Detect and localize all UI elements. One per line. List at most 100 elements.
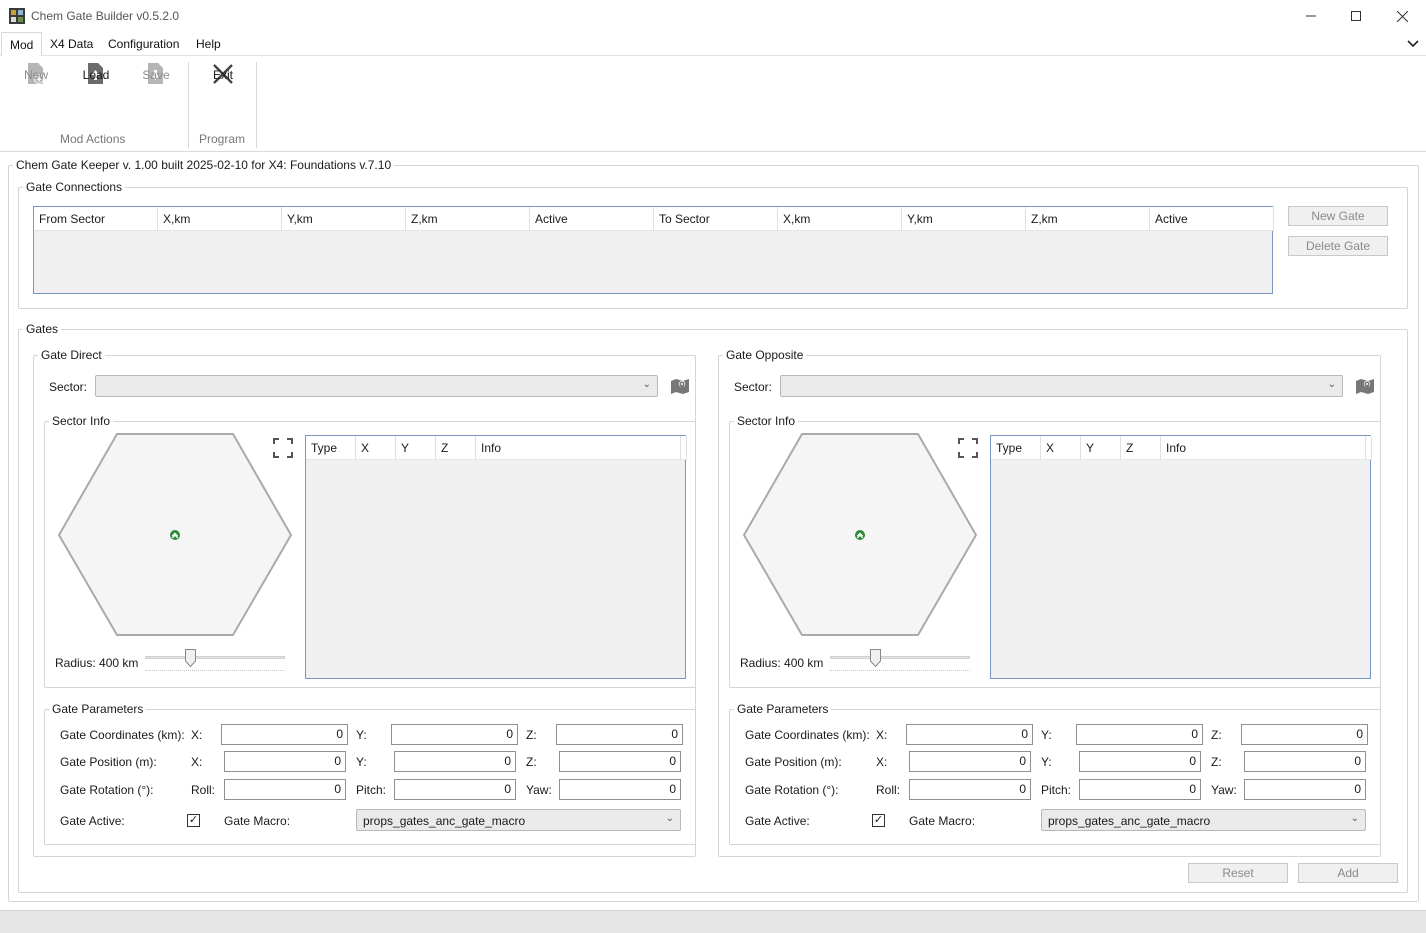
gate-parameters-legend: Gate Parameters [52,702,144,716]
rotation-input-1[interactable]: 0 [1079,779,1201,800]
column-header[interactable]: Active [1150,207,1274,231]
new-gate-button[interactable]: New Gate [1288,206,1388,226]
position-axis-label: Z: [1211,755,1222,769]
gate-macro-label: Gate Macro: [909,814,976,828]
add-button[interactable]: Add [1298,863,1398,883]
column-header[interactable]: X,km [158,207,282,231]
position-axis-label: Z: [526,755,537,769]
rotation-input-0[interactable]: 0 [224,779,346,800]
mod-actions-group-label: Mod Actions [60,132,126,146]
gate-macro-select[interactable]: props_gates_anc_gate_macro ⌄ [1041,809,1366,831]
column-header[interactable]: Type [991,436,1041,460]
position-input-0[interactable]: 0 [224,751,346,772]
chevron-down-icon: ⌄ [1327,379,1336,390]
table-header: TypeXYZInfoI [991,436,1372,460]
column-header[interactable]: X,km [778,207,902,231]
ribbon-collapse-icon[interactable] [1407,39,1419,49]
column-header[interactable]: Y,km [282,207,406,231]
column-header[interactable]: Z,km [1026,207,1150,231]
position-input-1[interactable]: 0 [394,751,516,772]
column-header[interactable]: Y,km [902,207,1026,231]
column-header[interactable]: Z [436,436,476,460]
new-button[interactable]: New [13,62,59,114]
sector-select[interactable]: ⌄ [780,375,1343,397]
menu-x4-data[interactable]: X4 Data [42,32,101,56]
rotation-input-2[interactable]: 0 [1244,779,1366,800]
load-label: Load [82,68,110,82]
menu-configuration[interactable]: Configuration [100,32,187,56]
sector-info-table[interactable]: TypeXYZInfoI [305,435,687,679]
chevron-down-icon: ⌄ [665,813,674,824]
radius-slider-thumb[interactable] [870,649,881,667]
exit-button[interactable]: Exit [200,62,246,114]
coordinates-axis-label: X: [191,728,203,742]
close-button[interactable] [1379,0,1425,32]
table-header: From Sector X,km Y,km Z,km Active To Sector X,… [34,207,1274,231]
coordinates-input-0[interactable]: 0 [221,724,348,745]
rotation-input-2[interactable]: 0 [559,779,681,800]
column-header[interactable]: Type [306,436,356,460]
column-header[interactable]: Info [476,436,681,460]
minimize-button[interactable] [1288,0,1334,32]
column-header[interactable]: X [1041,436,1081,460]
sector-map-icon[interactable] [670,377,690,395]
load-button[interactable]: Load [73,62,119,114]
title-bar [0,0,1426,32]
coordinates-input-0[interactable]: 0 [906,724,1033,745]
rotation-input-0[interactable]: 0 [909,779,1031,800]
maximize-button[interactable] [1333,0,1379,32]
gate-marker-icon[interactable] [168,528,182,542]
column-header[interactable]: From Sector [34,207,158,231]
sector-select[interactable]: ⌄ [95,375,658,397]
gate-marker-icon[interactable] [853,528,867,542]
position-input-1[interactable]: 0 [1079,751,1201,772]
coordinates-input-1[interactable]: 0 [391,724,518,745]
radius-slider-thumb[interactable] [185,649,196,667]
gate-active-checkbox[interactable]: ✓ [187,814,200,827]
column-header[interactable]: Y [1081,436,1121,460]
column-header[interactable]: To Sector [654,207,778,231]
column-header[interactable]: X [356,436,396,460]
chevron-down-icon: ⌄ [1350,813,1359,824]
position-axis-label: X: [191,755,203,769]
gate-direct-legend: Gate Direct [41,348,102,362]
position-label: Gate Position (m): [745,755,842,769]
gate-connections-table[interactable]: From Sector X,km Y,km Z,km Active To Sector X,… [33,206,1274,294]
coordinates-input-1[interactable]: 0 [1076,724,1203,745]
reset-button[interactable]: Reset [1188,863,1288,883]
position-input-0[interactable]: 0 [909,751,1031,772]
rotation-axis-label: Roll: [191,783,216,797]
save-button[interactable]: Save [133,62,179,114]
menu-mod[interactable]: Mod [1,32,43,57]
radius-slider-track[interactable] [145,656,285,659]
minimize-icon [1306,15,1316,17]
exit-label: Exit [212,68,233,82]
sector-info-legend: Sector Info [52,414,111,428]
column-header[interactable]: Active [530,207,654,231]
gate-macro-select[interactable]: props_gates_anc_gate_macro ⌄ [356,809,681,831]
coordinates-input-2[interactable]: 0 [1241,724,1368,745]
coordinates-input-2[interactable]: 0 [556,724,683,745]
radius-label: Radius: 400 km [55,656,139,670]
column-header[interactable]: Z,km [406,207,530,231]
column-header[interactable]: I [681,436,687,460]
position-input-2[interactable]: 0 [559,751,681,772]
column-header[interactable]: Y [396,436,436,460]
gate-active-checkbox[interactable]: ✓ [872,814,885,827]
new-label: New [23,68,48,82]
delete-gate-button[interactable]: Delete Gate [1288,236,1388,256]
radius-slider-track[interactable] [830,656,970,659]
close-icon [1396,10,1408,22]
app-icon [9,8,25,24]
column-header[interactable]: Z [1121,436,1161,460]
menu-help[interactable]: Help [188,32,229,56]
position-axis-label: Y: [356,755,367,769]
rotation-input-1[interactable]: 0 [394,779,516,800]
sector-map-icon[interactable] [1355,377,1375,395]
column-header[interactable]: Info [1161,436,1366,460]
position-input-2[interactable]: 0 [1244,751,1366,772]
column-header[interactable]: I [1366,436,1372,460]
expand-icon[interactable] [957,437,979,459]
sector-info-table[interactable]: TypeXYZInfoI [990,435,1372,679]
expand-icon[interactable] [272,437,294,459]
